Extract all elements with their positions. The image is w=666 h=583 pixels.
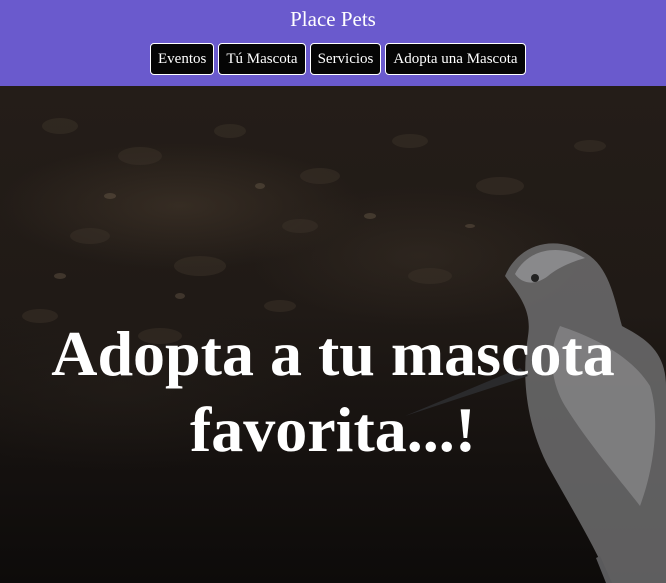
main-nav: Eventos Tú Mascota Servicios Adopta una … [150, 43, 526, 75]
nav-eventos-button[interactable]: Eventos [150, 43, 215, 75]
hero-headline-line-1: Adopta a tu mascota [51, 318, 615, 389]
nav-servicios-button[interactable]: Servicios [309, 43, 382, 75]
nav-adopta-button[interactable]: Adopta una Mascota [385, 43, 526, 75]
hero-headline-line-2: favorita...! [189, 394, 477, 465]
hero-headline: Adopta a tu mascota favorita...! [0, 316, 666, 468]
site-header: Place Pets Eventos Tú Mascota Servicios … [0, 0, 666, 86]
nav-tu-mascota-button[interactable]: Tú Mascota [218, 43, 306, 75]
hero-banner: Adopta a tu mascota favorita...! [0, 86, 666, 583]
site-title: Place Pets [290, 7, 376, 31]
